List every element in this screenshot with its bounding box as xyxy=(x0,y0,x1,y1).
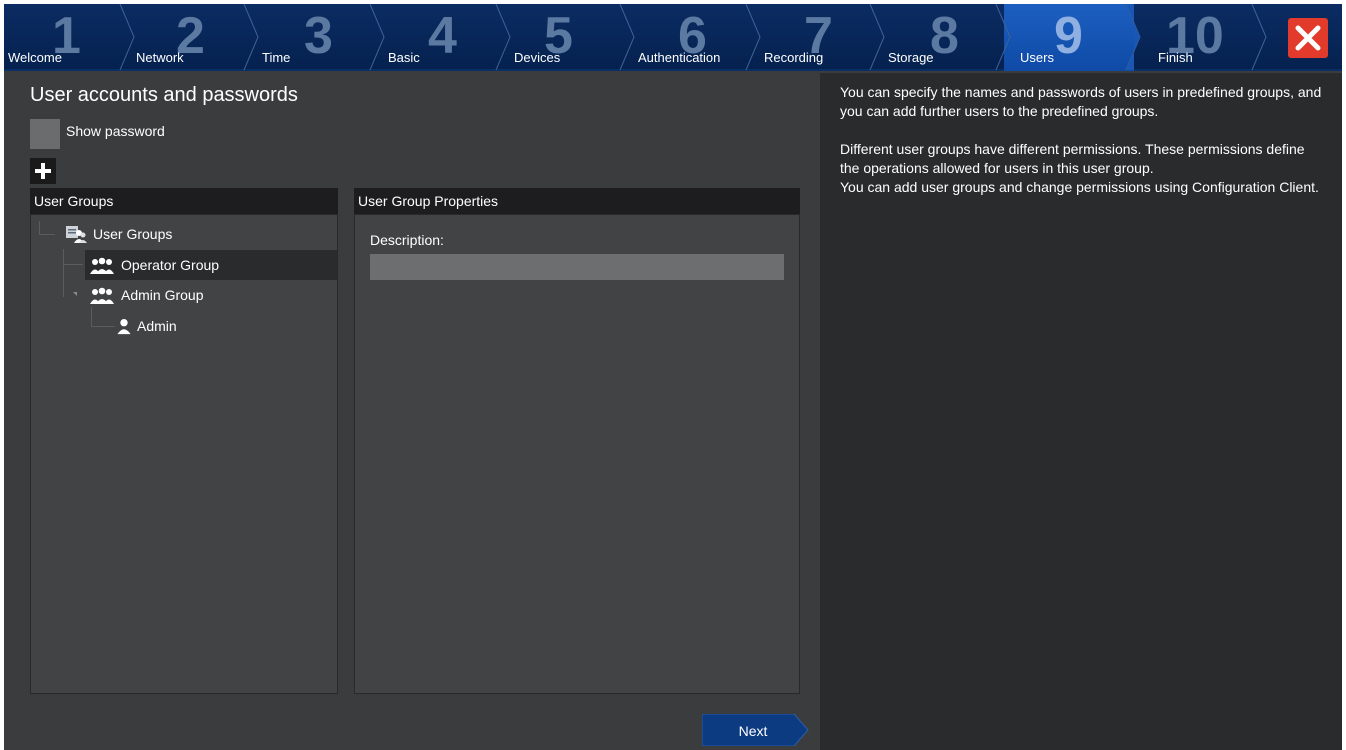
step-label: Basic xyxy=(388,50,420,65)
tree-item-admin[interactable]: Admin xyxy=(115,311,235,341)
tree-item-label: Admin Group xyxy=(121,287,204,303)
step-number: 4 xyxy=(428,7,457,65)
help-text: You can add user groups and change permi… xyxy=(840,179,1319,195)
description-input[interactable] xyxy=(370,254,784,280)
step-label: Finish xyxy=(1158,50,1193,65)
help-text: You can specify the names and passwords … xyxy=(840,84,1322,119)
tree-line xyxy=(39,221,55,235)
step-number: 8 xyxy=(930,7,959,65)
group-icon xyxy=(90,287,114,304)
expand-arrow-icon[interactable] xyxy=(73,292,77,296)
close-icon xyxy=(1295,25,1321,51)
step-time[interactable]: 3 Time xyxy=(252,4,378,71)
description-label: Description: xyxy=(370,232,444,248)
step-devices[interactable]: 5 Devices xyxy=(504,4,628,71)
next-button[interactable] xyxy=(702,714,812,746)
tree-line xyxy=(63,249,83,265)
step-users[interactable]: 9 Users xyxy=(1004,4,1134,71)
step-recording[interactable]: 7 Recording xyxy=(754,4,878,71)
tree-line xyxy=(91,307,115,327)
step-storage[interactable]: 8 Storage xyxy=(878,4,1004,71)
properties-panel xyxy=(354,214,800,694)
step-welcome[interactable]: 1 Welcome xyxy=(4,4,128,71)
tree-item-label: User Groups xyxy=(93,226,173,242)
step-label: Network xyxy=(136,50,184,65)
tree-item-admin-group[interactable]: Admin Group xyxy=(89,280,269,310)
plus-icon xyxy=(35,163,51,179)
help-panel: You can specify the names and passwords … xyxy=(820,73,1342,750)
user-groups-icon xyxy=(66,226,87,243)
help-text: Different user groups have different per… xyxy=(840,141,1305,176)
group-icon xyxy=(90,257,114,274)
tree-item-label: Operator Group xyxy=(121,257,220,273)
step-label: Time xyxy=(262,50,291,65)
user-groups-tree: User Groups Operator Group Admin Group A… xyxy=(30,214,338,694)
show-password-label: Show password xyxy=(66,123,165,139)
close-button[interactable] xyxy=(1288,18,1328,58)
properties-header: User Group Properties xyxy=(354,188,800,214)
step-network[interactable]: 2 Network xyxy=(128,4,252,71)
step-authentication[interactable]: 6 Authentication xyxy=(628,4,754,71)
add-user-button[interactable] xyxy=(30,158,56,184)
step-basic[interactable]: 4 Basic xyxy=(378,4,504,71)
step-label: Authentication xyxy=(638,50,721,65)
setup-wizard-window: 1 Welcome 2 Network 3 Time 4 Basic 5 Dev… xyxy=(4,4,1342,750)
step-label: Storage xyxy=(888,50,934,65)
step-finish[interactable]: 10 Finish xyxy=(1134,4,1260,71)
user-icon xyxy=(117,319,131,335)
tree-item-operator-group[interactable]: Operator Group xyxy=(85,250,337,280)
step-number: 3 xyxy=(304,7,333,65)
step-label: Welcome xyxy=(8,50,62,65)
tree-item-user-groups[interactable]: User Groups xyxy=(65,219,225,249)
step-label: Users xyxy=(1020,50,1054,65)
wizard-step-bar: 1 Welcome 2 Network 3 Time 4 Basic 5 Dev… xyxy=(4,4,1342,71)
user-groups-header: User Groups xyxy=(30,188,338,214)
tree-item-label: Admin xyxy=(137,318,177,334)
step-label: Recording xyxy=(764,50,824,65)
step-number: 9 xyxy=(1054,7,1083,65)
page-title: User accounts and passwords xyxy=(30,84,298,106)
step-label: Devices xyxy=(514,50,561,65)
show-password-checkbox[interactable] xyxy=(30,119,60,149)
